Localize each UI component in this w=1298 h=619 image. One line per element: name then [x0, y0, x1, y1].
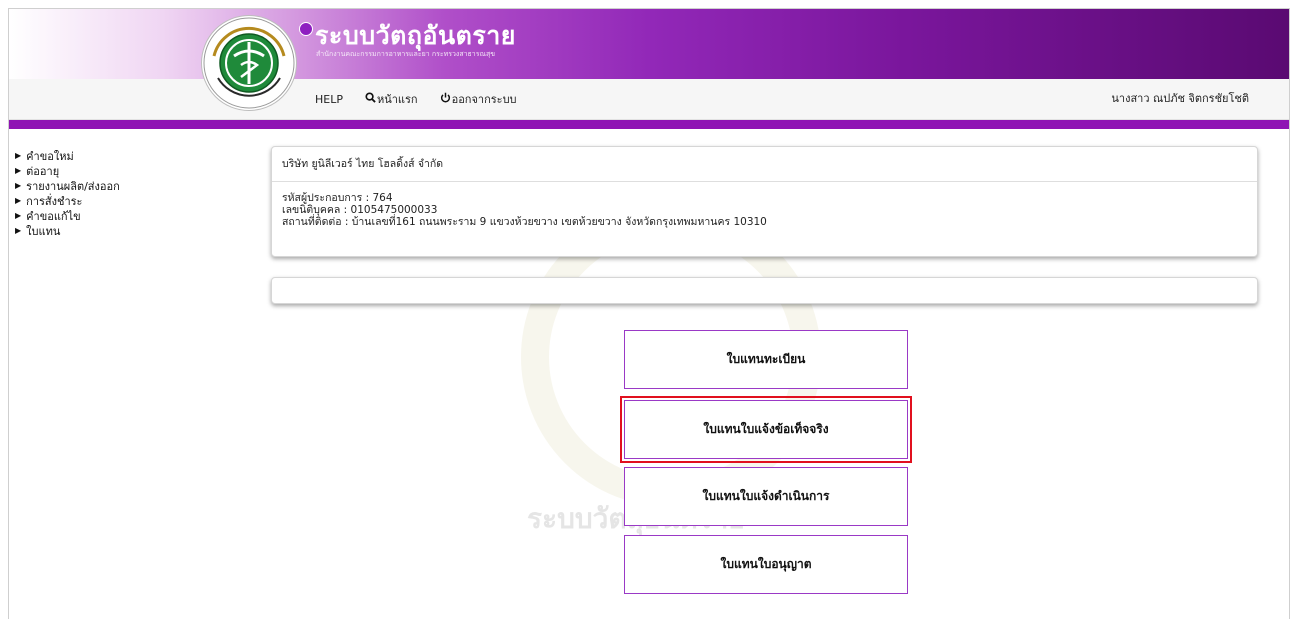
title-bullet-icon: [299, 22, 313, 36]
replacement-fact-notice-button[interactable]: ใบแทนใบแจ้งข้อเท็จจริง: [620, 396, 912, 463]
help-link[interactable]: HELP: [315, 93, 343, 106]
user-name: นางสาว ณปภัช จิตกรชัยโชติ: [1111, 92, 1249, 105]
juristic-id: เลขนิติบุคคล : 0105475000033: [282, 204, 438, 216]
replacement-registration-button[interactable]: ใบแทนทะเบียน: [624, 330, 908, 389]
top-nav: HELP หน้าแรก ออกจากระบบ: [315, 79, 539, 119]
operator-id: รหัสผู้ประกอบการ : 764: [282, 192, 393, 204]
empty-panel: [271, 277, 1258, 304]
button-label: ใบแทนใบแจ้งข้อเท็จจริง: [703, 422, 829, 436]
sidebar-item-label: ใบแทน: [26, 224, 61, 238]
sidebar-menu: ▶ คำขอใหม่ ▶ ต่ออายุ ▶ รายงานผลิต/ส่งออก ▶ ก…: [15, 148, 120, 238]
home-link[interactable]: หน้าแรก: [365, 90, 418, 108]
triangle-right-icon: ▶: [15, 196, 22, 205]
app-frame: ระบบวัตถุอันตราย สำนักงานคณะกรรมการอาหาร…: [8, 8, 1290, 619]
logout-label: ออกจากระบบ: [451, 93, 517, 106]
accent-divider: [9, 120, 1289, 129]
triangle-right-icon: ▶: [15, 166, 22, 175]
triangle-right-icon: ▶: [15, 226, 22, 235]
home-label: หน้าแรก: [376, 93, 418, 106]
button-label: ใบแทนใบแจ้งดำเนินการ: [702, 489, 830, 503]
company-card: บริษัท ยูนิลีเวอร์ ไทย โฮลดิ้งส์ จำกัด ร…: [271, 146, 1258, 257]
contact-address: สถานที่ติดต่อ : บ้านเลขที่161 ถนนพระราม …: [282, 216, 767, 228]
triangle-right-icon: ▶: [15, 151, 22, 160]
button-label: ใบแทนทะเบียน: [726, 352, 806, 366]
company-name: บริษัท ยูนิลีเวอร์ ไทย โฮลดิ้งส์ จำกัด: [272, 147, 1257, 182]
sidebar-item-replacement[interactable]: ▶ ใบแทน: [15, 223, 120, 238]
replacement-operation-notice-button[interactable]: ใบแทนใบแจ้งดำเนินการ: [624, 467, 908, 526]
top-menu-bar: HELP หน้าแรก ออกจากระบบ นางสาว ณปภัช จิต…: [9, 79, 1289, 120]
logout-link[interactable]: ออกจากระบบ: [440, 90, 517, 108]
power-icon: [440, 92, 451, 106]
help-label: HELP: [315, 92, 343, 106]
site-subtitle: สำนักงานคณะกรรมการอาหารและยา กระทรวงสาธา…: [316, 50, 496, 58]
triangle-right-icon: ▶: [15, 181, 22, 190]
button-label: ใบแทนใบอนุญาต: [720, 557, 812, 571]
company-details: รหัสผู้ประกอบการ : 764 เลขนิติบุคคล : 01…: [272, 182, 1257, 238]
ministry-logo: [201, 15, 297, 111]
triangle-right-icon: ▶: [15, 211, 22, 220]
magnifier-icon: [365, 92, 376, 106]
replacement-license-button[interactable]: ใบแทนใบอนุญาต: [624, 535, 908, 594]
